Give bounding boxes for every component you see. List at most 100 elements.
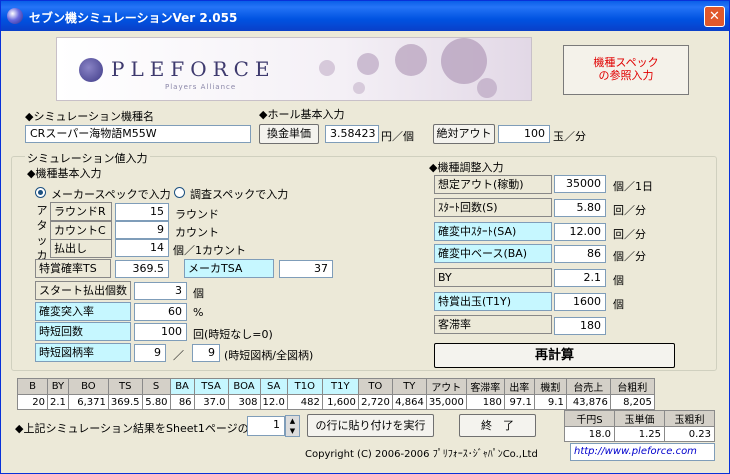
row-number-spinner[interactable]: ▲ ▼ bbox=[285, 415, 300, 437]
results-value-cell: 6,371 bbox=[67, 394, 109, 410]
spin-up-icon[interactable]: ▲ bbox=[286, 416, 299, 426]
start-count-unit: 回／分 bbox=[613, 204, 646, 217]
results-header-cell: TS bbox=[107, 378, 143, 395]
results-value-row: 20 2.1 6,371 369.5 5.80 86 37.0 308 12.0 482 1,600… bbox=[17, 394, 655, 410]
logo-mark-icon bbox=[79, 58, 103, 82]
pleforce-logo: PLEFORCE Players Alliance bbox=[56, 37, 532, 101]
customer-stay-button[interactable]: 客滞率 bbox=[434, 315, 552, 334]
survey-spec-label: 調査スペックで入力 bbox=[190, 188, 289, 201]
maker-spec-radio[interactable] bbox=[35, 187, 46, 198]
logo-sub: Players Alliance bbox=[165, 83, 237, 91]
results-value-cell: 180 bbox=[465, 394, 505, 410]
jitan-prob-unit: (時短図柄/全図柄) bbox=[224, 349, 314, 362]
kakuhen-base-field[interactable]: 86 bbox=[554, 245, 606, 263]
unit-price-value-cell: 0.23 bbox=[664, 426, 715, 442]
spin-down-icon[interactable]: ▼ bbox=[286, 426, 299, 436]
results-header-cell: BA bbox=[169, 378, 195, 395]
results-value-cell: 35,000 bbox=[425, 394, 467, 410]
count-unit: カウント bbox=[175, 226, 219, 239]
results-header-cell: TO bbox=[357, 378, 393, 395]
title-bar[interactable]: セブン機シミュレーションVer 2.055 ✕ bbox=[1, 1, 729, 31]
decor-dot bbox=[395, 44, 427, 76]
attacker-side-label: ア タ ッ カ bbox=[36, 203, 48, 263]
results-header-cell: BY bbox=[47, 378, 69, 395]
exit-button[interactable]: 終 了 bbox=[459, 414, 536, 437]
jitan-prob-field-2[interactable]: 9 bbox=[192, 344, 220, 362]
jitan-count-unit: 回(時短なし=0) bbox=[193, 328, 273, 341]
jitan-count-field[interactable]: 100 bbox=[134, 323, 187, 341]
kakuhen-start-field[interactable]: 12.00 bbox=[554, 223, 606, 241]
unit-price-value-row: 18.0 1.25 0.23 bbox=[564, 426, 715, 442]
results-value-cell: 1,600 bbox=[321, 394, 359, 410]
results-value-cell: 9.1 bbox=[533, 394, 567, 410]
assumed-out-field[interactable]: 35000 bbox=[554, 175, 606, 193]
kakuhen-rate-field[interactable]: 60 bbox=[134, 303, 187, 321]
ts-button[interactable]: 特賞確率TS bbox=[35, 259, 111, 278]
start-count-field[interactable]: 5.80 bbox=[554, 199, 606, 217]
results-value-cell: 369.5 bbox=[107, 394, 143, 410]
payout-unit: 個／1カウント bbox=[173, 244, 246, 257]
exchange-rate-button[interactable]: 換金単価 bbox=[259, 124, 319, 144]
maker-tsa-field[interactable]: 37 bbox=[279, 260, 333, 278]
results-header-cell: BO bbox=[67, 378, 109, 395]
paste-execute-button[interactable]: の行に貼り付けを実行 bbox=[307, 414, 434, 437]
results-header-cell: SA bbox=[259, 378, 288, 395]
by-field[interactable]: 2.1 bbox=[554, 269, 606, 287]
count-field[interactable]: 9 bbox=[115, 221, 169, 239]
unit-price-table: 千円S 玉単価 玉粗利 18.0 1.25 0.23 bbox=[564, 410, 715, 442]
start-payout-field[interactable]: 3 bbox=[134, 282, 187, 300]
ts-field[interactable]: 369.5 bbox=[115, 260, 169, 278]
row-number-field[interactable]: 1 bbox=[247, 416, 285, 436]
round-field[interactable]: 15 bbox=[115, 203, 169, 221]
recalculate-button[interactable]: 再計算 bbox=[434, 343, 675, 368]
results-value-cell: 43,876 bbox=[565, 394, 611, 410]
results-value-cell: 20 bbox=[17, 394, 48, 410]
jitan-prob-separator: ／ bbox=[173, 349, 184, 362]
basic-input-label: ◆機種基本入力 bbox=[27, 167, 102, 180]
absolute-out-field[interactable]: 100 bbox=[498, 125, 550, 143]
by-button[interactable]: BY bbox=[434, 268, 552, 287]
results-header-cell: T1Y bbox=[321, 378, 359, 395]
results-value-cell: 482 bbox=[286, 394, 323, 410]
decor-dot bbox=[357, 53, 379, 75]
unit-price-value-cell: 18.0 bbox=[564, 426, 615, 442]
website-url[interactable]: http://www.pleforce.com bbox=[570, 443, 715, 461]
kakuhen-start-unit: 回／分 bbox=[613, 228, 646, 241]
absolute-out-button[interactable]: 絶対アウト bbox=[433, 124, 495, 144]
unit-price-header-row: 千円S 玉単価 玉粗利 bbox=[564, 410, 715, 427]
results-header-cell: B bbox=[17, 378, 48, 395]
results-value-cell: 86 bbox=[169, 394, 195, 410]
side-char: ア bbox=[36, 204, 48, 217]
start-count-button[interactable]: ｽﾀｰﾄ回数(S) bbox=[434, 198, 552, 217]
jitan-prob-label: 時短図柄率 bbox=[35, 343, 131, 362]
special-payout-unit: 個 bbox=[613, 298, 624, 311]
spec-button-line1: 機種スペック bbox=[593, 56, 659, 69]
start-payout-unit: 個 bbox=[193, 287, 204, 300]
start-payout-label: スタート払出個数 bbox=[35, 281, 131, 300]
special-payout-field[interactable]: 1600 bbox=[554, 293, 606, 311]
assumed-out-button[interactable]: 想定アウト(稼動) bbox=[434, 175, 552, 194]
side-char: ッ bbox=[36, 234, 48, 247]
customer-stay-field[interactable]: 180 bbox=[554, 317, 606, 335]
kakuhen-base-unit: 個／分 bbox=[613, 250, 646, 263]
close-button[interactable]: ✕ bbox=[704, 6, 725, 27]
spec-reference-button[interactable]: 機種スペック の参照入力 bbox=[563, 45, 689, 95]
jitan-prob-field-1[interactable]: 9 bbox=[134, 344, 166, 362]
results-header-cell: アウト bbox=[425, 378, 467, 395]
side-char: タ bbox=[36, 219, 48, 232]
exchange-rate-field[interactable]: 3.58423 bbox=[325, 125, 379, 143]
special-payout-button[interactable]: 特賞出玉(T1Y) bbox=[434, 292, 552, 311]
kakuhen-base-button[interactable]: 確変中ベース(BA) bbox=[434, 244, 552, 263]
results-value-cell: 4,864 bbox=[391, 394, 427, 410]
round-button[interactable]: ラウンドR bbox=[50, 202, 112, 221]
kakuhen-start-button[interactable]: 確変中ｽﾀｰﾄ(SA) bbox=[434, 222, 552, 241]
survey-spec-radio[interactable] bbox=[174, 187, 185, 198]
results-header-cell: 台売上 bbox=[565, 378, 611, 395]
payout-button[interactable]: 払出し bbox=[50, 239, 112, 258]
maker-tsa-label: メーカTSA bbox=[184, 259, 274, 278]
machine-name-field[interactable]: CRスーパー海物語M55W bbox=[25, 125, 251, 143]
count-button[interactable]: カウントC bbox=[50, 221, 112, 240]
decor-dot bbox=[353, 82, 365, 94]
payout-field[interactable]: 14 bbox=[115, 239, 169, 257]
results-header-cell: T1O bbox=[286, 378, 323, 395]
